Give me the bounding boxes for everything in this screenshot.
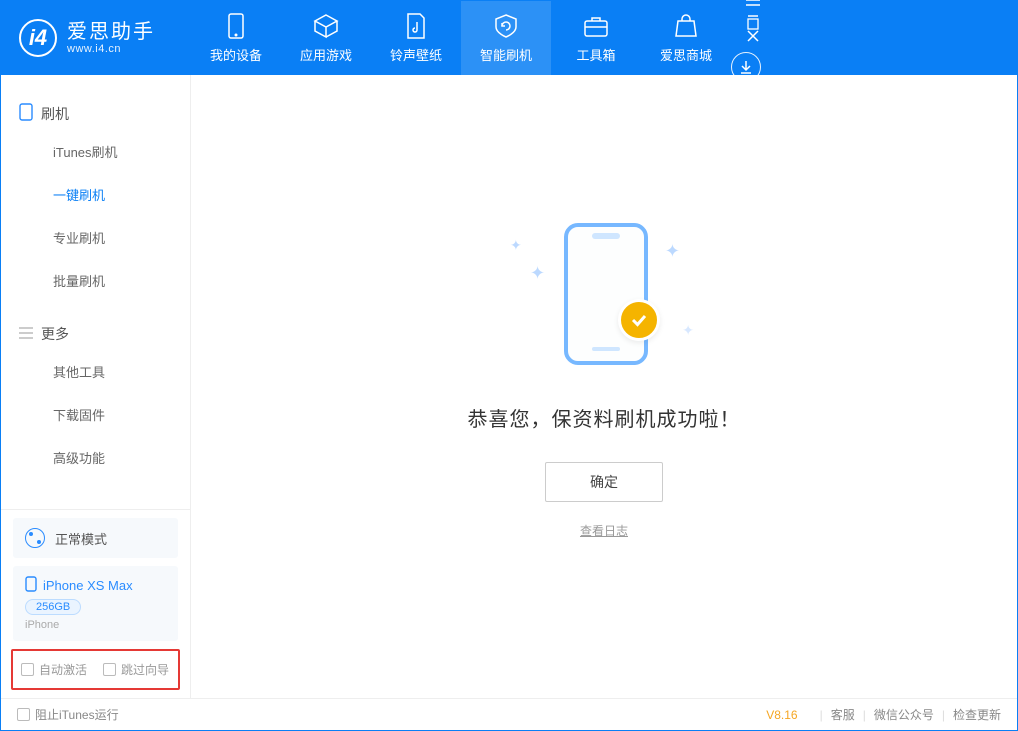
separator: | [863, 708, 866, 722]
bag-icon [673, 13, 699, 39]
sidebar-item-advanced[interactable]: 高级功能 [1, 436, 190, 479]
sidebar-item-pro-flash[interactable]: 专业刷机 [1, 216, 190, 259]
sidebar-item-other-tools[interactable]: 其他工具 [1, 350, 190, 393]
device-icon [19, 103, 33, 124]
tab-toolbox[interactable]: 工具箱 [551, 1, 641, 75]
support-link[interactable]: 客服 [831, 706, 855, 723]
check-update-link[interactable]: 检查更新 [953, 706, 1001, 723]
title-bar: i4 爱思助手 www.i4.cn 我的设备 应用游戏 铃声壁纸 智能刷机 工具… [1, 1, 1017, 75]
tab-label: 爱思商城 [660, 45, 712, 64]
checkbox-skip-guide[interactable]: 跳过向导 [103, 661, 169, 678]
sidebar-group-label: 刷机 [41, 104, 69, 124]
sparkle-icon: ✦ [665, 241, 680, 262]
music-file-icon [403, 13, 429, 39]
checkbox-icon [17, 708, 30, 721]
phone-outline-icon [564, 223, 648, 365]
sidebar: 刷机 iTunes刷机 一键刷机 专业刷机 批量刷机 更多 其他工具 下载固件 … [1, 75, 191, 698]
device-capacity-badge: 256GB [25, 599, 81, 615]
checkbox-label: 阻止iTunes运行 [35, 706, 119, 723]
sparkle-icon: ✦ [682, 322, 694, 339]
success-message: 恭喜您，保资料刷机成功啦！ [468, 403, 741, 432]
sidebar-item-oneclick-flash[interactable]: 一键刷机 [1, 173, 190, 216]
tab-my-device[interactable]: 我的设备 [191, 1, 281, 75]
checkbox-icon [21, 663, 34, 676]
app-title: 爱思助手 [67, 21, 155, 43]
separator: | [942, 708, 945, 722]
app-subtitle: www.i4.cn [67, 43, 155, 55]
wechat-link[interactable]: 微信公众号 [874, 706, 934, 723]
phone-icon [223, 13, 249, 39]
minimize-button[interactable] [745, 6, 761, 18]
status-bar: 阻止iTunes运行 V8.16 | 客服 | 微信公众号 | 检查更新 [1, 698, 1017, 730]
separator: | [820, 708, 823, 722]
checkbox-label: 跳过向导 [121, 661, 169, 678]
tab-smart-flash[interactable]: 智能刷机 [461, 1, 551, 75]
sidebar-item-batch-flash[interactable]: 批量刷机 [1, 259, 190, 302]
sidebar-group-flash: 刷机 [1, 97, 190, 130]
sidebar-group-label: 更多 [41, 324, 69, 344]
tab-store[interactable]: 爱思商城 [641, 1, 731, 75]
checkbox-label: 自动激活 [39, 661, 87, 678]
device-info-box[interactable]: iPhone XS Max 256GB iPhone [13, 566, 178, 641]
sidebar-item-itunes-flash[interactable]: iTunes刷机 [1, 130, 190, 173]
logo-mark-icon: i4 [19, 19, 57, 57]
success-illustration: ✦ ✦ ✦ ✦ [504, 215, 704, 375]
device-type-label: iPhone [25, 619, 166, 631]
checkbox-auto-activate[interactable]: 自动激活 [21, 661, 87, 678]
version-label: V8.16 [766, 708, 797, 722]
success-check-badge-icon [618, 299, 660, 341]
tab-label: 应用游戏 [300, 45, 352, 64]
toolbox-icon [583, 13, 609, 39]
maximize-button[interactable] [745, 18, 761, 30]
mode-icon [25, 528, 45, 548]
cube-icon [313, 13, 339, 39]
checkbox-block-itunes[interactable]: 阻止iTunes运行 [17, 706, 119, 723]
close-button[interactable] [745, 30, 761, 42]
device-mode-box[interactable]: 正常模式 [13, 518, 178, 558]
sparkle-icon: ✦ [510, 237, 522, 254]
view-log-link[interactable]: 查看日志 [580, 522, 628, 539]
sparkle-icon: ✦ [530, 263, 545, 284]
refresh-shield-icon [493, 13, 519, 39]
sidebar-item-download-firmware[interactable]: 下载固件 [1, 393, 190, 436]
phone-small-icon [25, 576, 37, 595]
sidebar-group-more: 更多 [1, 318, 190, 350]
tab-label: 工具箱 [576, 45, 615, 64]
ok-button[interactable]: 确定 [545, 462, 663, 502]
tab-ringtone-wallpaper[interactable]: 铃声壁纸 [371, 1, 461, 75]
tab-label: 铃声壁纸 [390, 45, 442, 64]
tab-apps-games[interactable]: 应用游戏 [281, 1, 371, 75]
device-name-label: iPhone XS Max [43, 578, 133, 593]
highlighted-options-box: 自动激活 跳过向导 [11, 649, 180, 690]
mode-label: 正常模式 [55, 529, 107, 548]
tab-label: 智能刷机 [480, 45, 532, 64]
checkbox-icon [103, 663, 116, 676]
main-tabs: 我的设备 应用游戏 铃声壁纸 智能刷机 工具箱 爱思商城 [191, 1, 731, 75]
tab-label: 我的设备 [210, 45, 262, 64]
list-icon [19, 326, 33, 342]
app-logo: i4 爱思助手 www.i4.cn [1, 19, 173, 57]
main-content: ✦ ✦ ✦ ✦ 恭喜您，保资料刷机成功啦！ 确定 查看日志 [191, 75, 1017, 698]
